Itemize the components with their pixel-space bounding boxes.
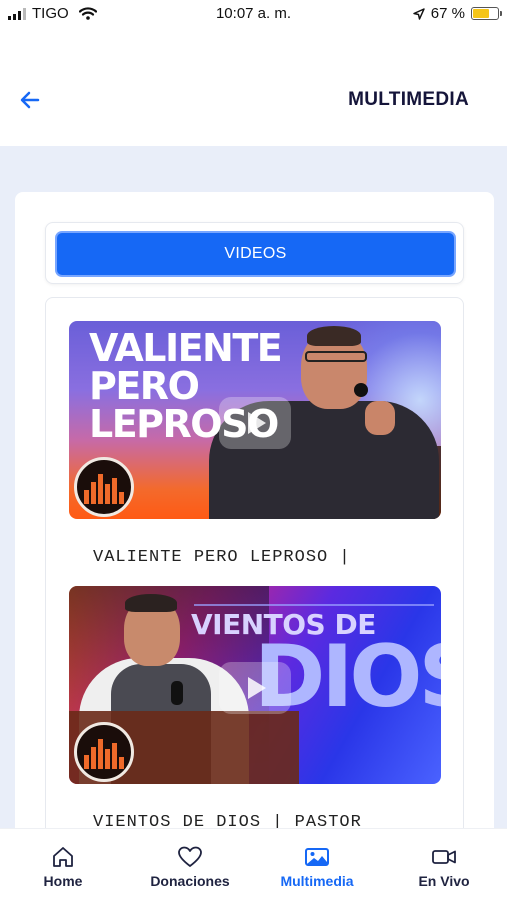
arrow-left-icon: [20, 91, 40, 109]
content-card: VIDEOS VALIENTE PERO LEPROSO VALIENTE PE…: [15, 192, 494, 857]
status-right: 67 %: [413, 5, 502, 22]
preacher-glasses: [305, 351, 367, 362]
video-thumbnail[interactable]: VALIENTE PERO LEPROSO: [69, 321, 441, 519]
bottom-nav: Home Donaciones Multimedia En Vivo: [0, 828, 507, 900]
video-thumbnail[interactable]: DIOS VIENTOS DE: [69, 586, 441, 784]
location-arrow-icon: [413, 7, 425, 20]
church-logo: [74, 457, 134, 517]
thumbnail-headline: VIENTOS DE: [191, 608, 376, 641]
nav-multimedia-label: Multimedia: [280, 873, 354, 889]
back-button[interactable]: [16, 86, 44, 114]
app-header: MULTIMEDIA: [0, 28, 507, 146]
image-icon: [305, 848, 329, 866]
tab-bar: VIDEOS: [45, 222, 464, 284]
nav-multimedia[interactable]: Multimedia: [254, 829, 380, 900]
nav-en-vivo-label: En Vivo: [418, 873, 470, 889]
tab-videos[interactable]: VIDEOS: [55, 231, 456, 277]
nav-en-vivo[interactable]: En Vivo: [381, 829, 507, 900]
microphone: [354, 383, 368, 397]
preacher-hand: [365, 401, 395, 435]
play-icon[interactable]: [219, 662, 291, 714]
video-list: VALIENTE PERO LEPROSO VALIENTE PERO LEPR…: [45, 297, 464, 857]
nav-home[interactable]: Home: [0, 829, 126, 900]
status-bar: TIGO 10:07 a. m. 67 %: [0, 0, 507, 28]
preacher-hair: [307, 326, 361, 346]
church-logo: [74, 722, 134, 782]
home-icon: [53, 847, 73, 867]
nav-home-label: Home: [43, 873, 83, 889]
preacher-hair: [125, 594, 177, 612]
battery-icon: [471, 7, 502, 20]
battery-fill: [473, 9, 490, 18]
nav-donaciones-label: Donaciones: [150, 873, 230, 889]
video-title[interactable]: VALIENTE PERO LEPROSO |: [93, 548, 351, 567]
page-title: MULTIMEDIA: [348, 89, 469, 110]
heart-icon: [178, 846, 202, 867]
video-camera-icon: [432, 850, 456, 864]
nav-donaciones[interactable]: Donaciones: [127, 829, 253, 900]
play-icon[interactable]: [219, 397, 291, 449]
microphone: [171, 681, 183, 705]
title-rule: [194, 604, 434, 606]
battery-percent: 67 %: [430, 5, 465, 22]
